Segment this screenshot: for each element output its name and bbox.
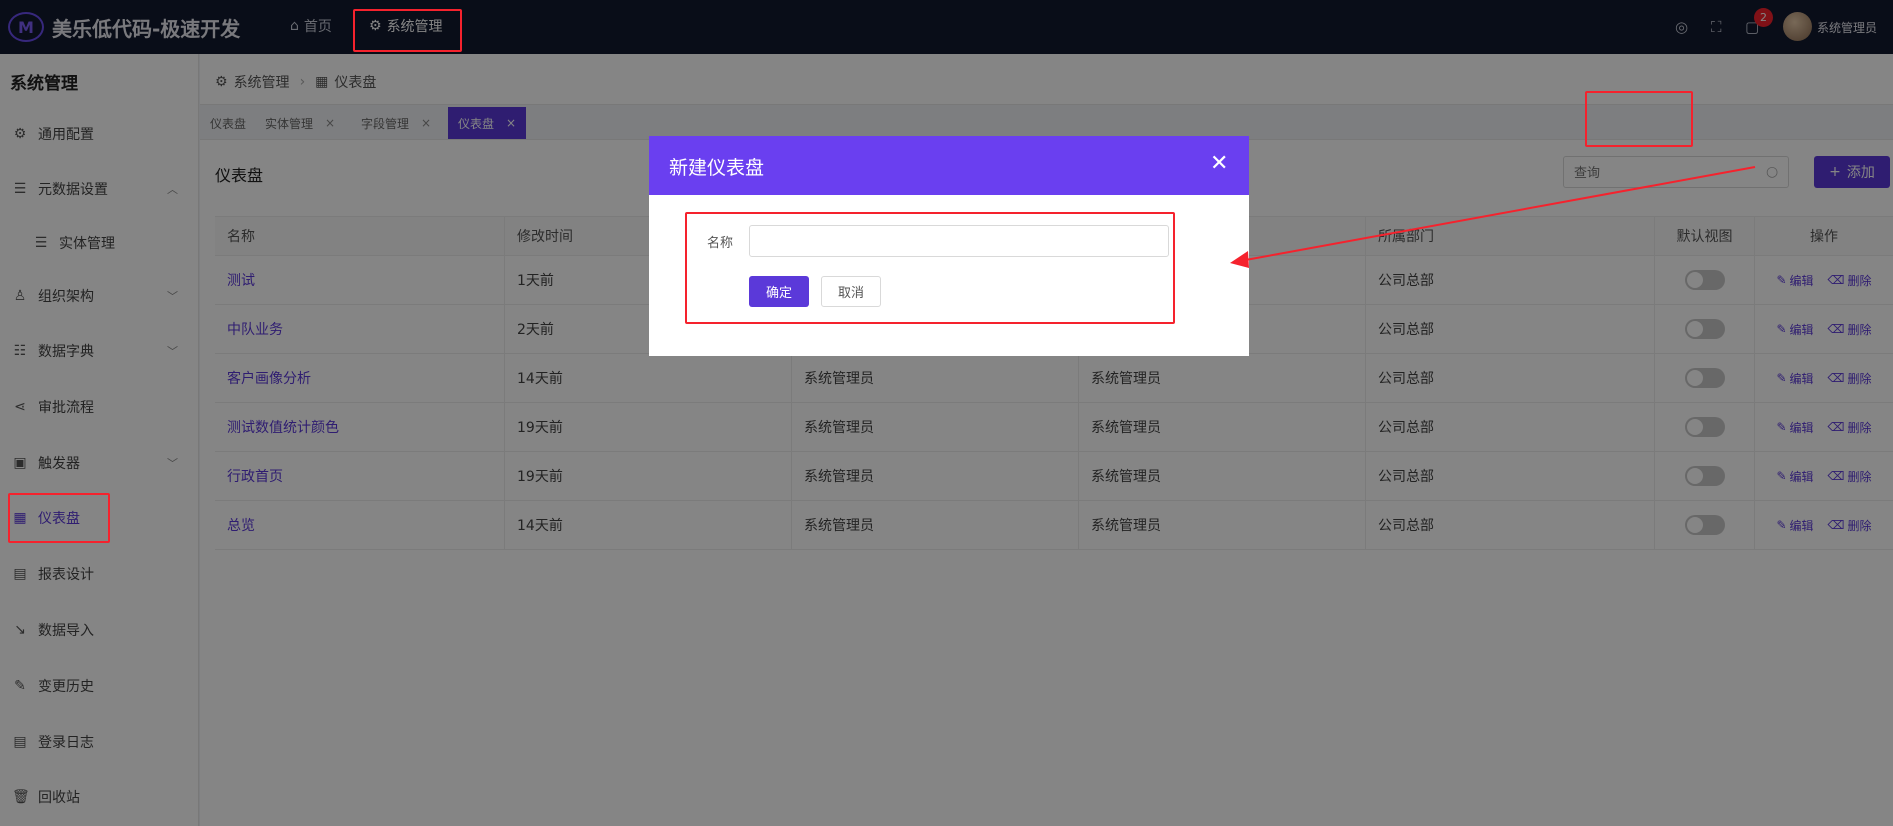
dialog-title: 新建仪表盘 (669, 157, 765, 179)
highlight-box-add (1585, 91, 1693, 147)
highlight-box-topnav (353, 9, 462, 52)
dialog-header: 新建仪表盘 ✕ (649, 136, 1249, 195)
highlight-box-form (685, 212, 1175, 324)
close-icon[interactable]: ✕ (1210, 151, 1228, 176)
highlight-box-sidebar (8, 493, 110, 543)
